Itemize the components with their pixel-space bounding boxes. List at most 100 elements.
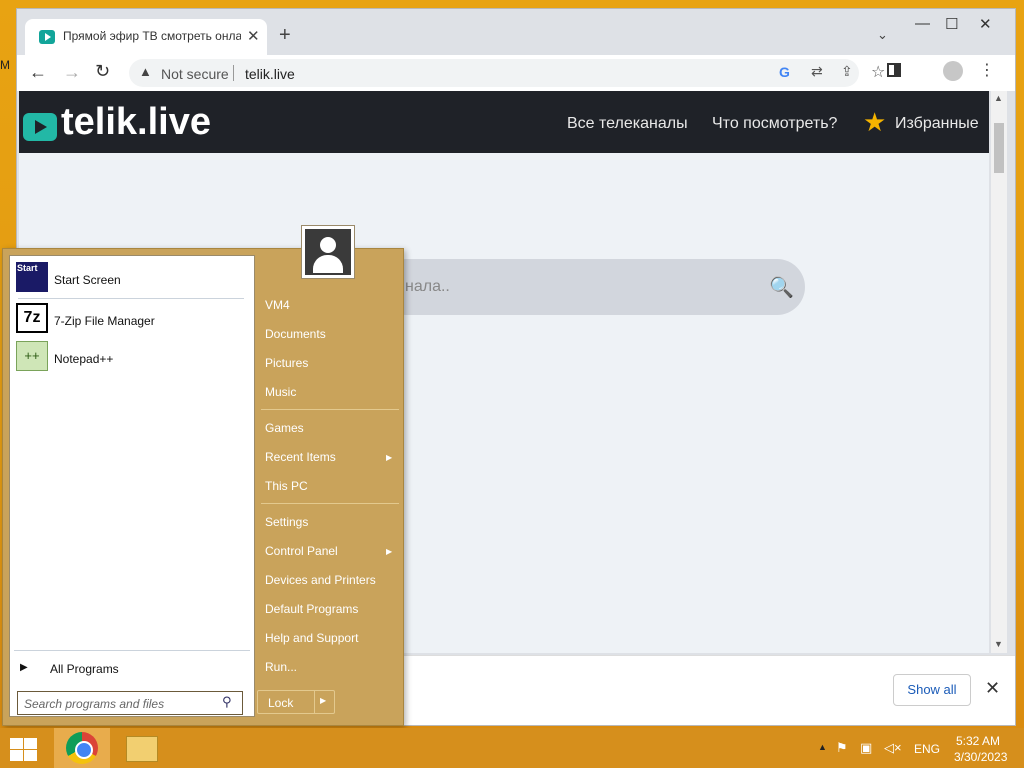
link-control-panel[interactable]: Control Panel xyxy=(265,544,338,558)
scroll-up-icon[interactable]: ▲ xyxy=(994,93,1003,103)
reload-icon[interactable]: ↻ xyxy=(95,61,110,82)
back-icon[interactable]: ← xyxy=(29,62,47,83)
notepadpp-icon: ++ xyxy=(16,341,48,371)
google-lens-icon[interactable]: G xyxy=(779,64,790,80)
forward-icon[interactable]: → xyxy=(63,62,81,83)
link-music[interactable]: Music xyxy=(265,385,296,399)
share-icon[interactable]: ⇪ xyxy=(841,63,853,80)
channel-search-input[interactable]: нала.. 🔍 xyxy=(379,259,805,315)
translate-icon[interactable]: ⇄ xyxy=(811,63,823,80)
link-settings[interactable]: Settings xyxy=(265,515,308,529)
minimize-button[interactable]: — xyxy=(915,15,930,32)
site-logo[interactable]: telik.live xyxy=(61,101,211,144)
taskbar: ▲ ⚑ ▣ ◁× ENG 5:32 AM 3/30/2023 xyxy=(0,728,1024,768)
volume-muted-icon[interactable]: ◁× xyxy=(884,740,902,756)
divider xyxy=(261,503,399,504)
file-explorer-icon[interactable] xyxy=(126,736,158,762)
link-default-programs[interactable]: Default Programs xyxy=(265,602,358,616)
windows-logo-pane xyxy=(24,750,37,761)
page-scrollbar[interactable]: ▲ ▼ xyxy=(991,91,1007,653)
start-programs-pane: Start Start Screen 7z 7-Zip File Manager… xyxy=(9,255,255,717)
windows-logo-pane xyxy=(10,750,23,761)
network-icon[interactable]: ▣ xyxy=(860,740,872,756)
submenu-arrow-icon[interactable]: ▶ xyxy=(386,453,392,462)
link-this-pc[interactable]: This PC xyxy=(265,479,308,493)
star-icon[interactable]: ★ xyxy=(863,109,886,135)
start-menu: Start Start Screen 7z 7-Zip File Manager… xyxy=(2,225,404,726)
new-tab-button[interactable]: + xyxy=(279,25,291,45)
clock-date[interactable]: 3/30/2023 xyxy=(954,750,1007,764)
link-pictures[interactable]: Pictures xyxy=(265,356,308,370)
all-programs-button[interactable]: All Programs xyxy=(50,662,119,676)
program-label: 7-Zip File Manager xyxy=(54,314,155,328)
search-placeholder: Search programs and files xyxy=(24,697,165,711)
nav-what-to-watch[interactable]: Что посмотреть? xyxy=(712,115,837,133)
program-label: Notepad++ xyxy=(54,352,114,366)
user-silhouette-body xyxy=(313,255,343,273)
program-label: Start Screen xyxy=(54,273,121,287)
chrome-icon xyxy=(66,732,98,764)
nav-favorites[interactable]: Избранные xyxy=(895,115,979,133)
lock-button[interactable]: Lock ▶ xyxy=(257,690,335,714)
windows-start-icon[interactable] xyxy=(8,736,38,762)
link-help-support[interactable]: Help and Support xyxy=(265,631,358,645)
link-user-folder[interactable]: VM4 xyxy=(265,298,290,312)
scroll-down-icon[interactable]: ▼ xyxy=(994,639,1003,649)
lock-label: Lock xyxy=(268,696,294,710)
maximize-button[interactable]: ☐ xyxy=(945,15,958,33)
program-7zip[interactable]: 7z 7-Zip File Manager xyxy=(14,301,250,337)
search-icon[interactable]: 🔍 xyxy=(769,275,794,300)
divider xyxy=(261,409,399,410)
url-text[interactable]: telik.live xyxy=(245,66,295,82)
triangle-right-icon[interactable]: ▶ xyxy=(20,662,28,673)
magnifier-icon[interactable]: ⚲ xyxy=(222,694,232,710)
user-silhouette-icon xyxy=(320,237,336,253)
show-hidden-icons-icon[interactable]: ▲ xyxy=(818,742,827,752)
program-notepadpp[interactable]: ++ Notepad++ xyxy=(14,339,250,375)
profile-avatar-icon[interactable] xyxy=(943,61,963,81)
link-devices-printers[interactable]: Devices and Printers xyxy=(265,573,376,587)
security-status[interactable]: Not secure xyxy=(161,66,229,82)
tab-close-icon[interactable]: ✕ xyxy=(247,27,260,45)
windows-logo-pane xyxy=(24,738,37,749)
start-screen-icon: Start xyxy=(16,262,48,292)
divider xyxy=(18,298,244,299)
kebab-menu-icon[interactable]: ⋮ xyxy=(979,60,995,80)
link-games[interactable]: Games xyxy=(265,421,304,435)
power-options-arrow-icon[interactable]: ▶ xyxy=(320,696,326,705)
scroll-thumb[interactable] xyxy=(994,123,1004,173)
avatar xyxy=(305,229,351,275)
show-all-button[interactable]: Show all xyxy=(893,674,971,706)
tab-strip: Прямой эфир ТВ смотреть онла ✕ + ⌄ — ☐ ✕ xyxy=(17,9,1015,55)
close-window-button[interactable]: ✕ xyxy=(979,15,992,33)
link-run[interactable]: Run... xyxy=(265,660,297,674)
link-recent-items[interactable]: Recent Items xyxy=(265,450,336,464)
submenu-arrow-icon[interactable]: ▶ xyxy=(386,547,392,556)
close-icon[interactable]: ✕ xyxy=(985,678,1000,699)
divider xyxy=(14,650,250,651)
warning-icon[interactable]: ▲ xyxy=(139,64,152,79)
bookmark-star-icon[interactable]: ☆ xyxy=(871,62,885,82)
tab-active[interactable]: Прямой эфир ТВ смотреть онла ✕ xyxy=(25,19,267,55)
divider xyxy=(314,691,315,713)
clock-time[interactable]: 5:32 AM xyxy=(956,734,1000,748)
action-center-flag-icon[interactable]: ⚑ xyxy=(836,740,848,756)
windows-logo-pane xyxy=(10,738,23,749)
taskbar-chrome[interactable] xyxy=(54,728,110,768)
browser-toolbar: ← → ↻ ▲ Not secure telik.live G ⇄ ⇪ ☆ ⋮ xyxy=(17,55,1015,91)
desktop-icon-label[interactable]: M xyxy=(0,58,10,72)
link-documents[interactable]: Documents xyxy=(265,327,326,341)
side-panel-icon[interactable] xyxy=(887,63,901,77)
start-search-input[interactable]: Search programs and files ⚲ xyxy=(17,691,243,715)
tv-logo-icon[interactable] xyxy=(23,113,57,141)
program-start-screen[interactable]: Start Start Screen xyxy=(14,260,250,296)
tab-search-icon[interactable]: ⌄ xyxy=(877,27,888,43)
language-indicator[interactable]: ENG xyxy=(914,742,940,756)
search-placeholder: нала.. xyxy=(405,278,450,295)
site-header: telik.live Все телеканалы Что посмотреть… xyxy=(19,91,989,153)
address-bar[interactable]: ▲ Not secure telik.live G ⇄ ⇪ ☆ xyxy=(129,59,885,87)
tab-title: Прямой эфир ТВ смотреть онла xyxy=(63,29,241,43)
tv-play-icon xyxy=(39,30,55,44)
user-picture[interactable] xyxy=(301,225,355,279)
nav-all-channels[interactable]: Все телеканалы xyxy=(567,115,688,133)
